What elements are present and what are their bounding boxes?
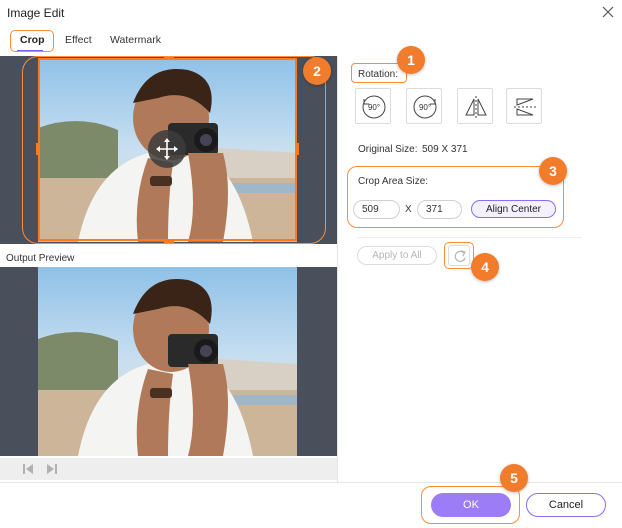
tab-bar: Crop Effect Watermark	[0, 28, 340, 54]
crop-handle-top[interactable]	[164, 56, 174, 59]
callout-badge-2: 2	[303, 57, 331, 85]
crop-area-size-label: Crop Area Size:	[358, 176, 429, 187]
crop-size-separator: X	[405, 204, 412, 215]
tab-crop[interactable]: Crop	[20, 34, 45, 46]
window-title: Image Edit	[7, 6, 65, 20]
tab-watermark[interactable]: Watermark	[110, 34, 161, 46]
ok-button[interactable]: OK	[431, 493, 511, 517]
rotation-label: Rotation:	[358, 69, 399, 80]
reset-icon	[454, 250, 466, 262]
close-icon[interactable]	[599, 3, 617, 21]
crop-handle-left[interactable]	[36, 143, 39, 155]
tab-effect[interactable]: Effect	[65, 34, 92, 46]
crop-height-input[interactable]	[417, 200, 462, 219]
callout-badge-4: 4	[471, 253, 499, 281]
active-tab-indicator	[17, 50, 43, 52]
previous-icon[interactable]	[22, 463, 34, 475]
flip-vertical-button[interactable]	[506, 88, 542, 124]
flip-vertical-icon	[514, 98, 536, 116]
cancel-button[interactable]: Cancel	[526, 493, 606, 517]
crop-handle-bottom[interactable]	[164, 240, 174, 243]
panel-divider	[337, 56, 338, 482]
next-icon[interactable]	[46, 463, 58, 475]
callout-badge-1: 1	[397, 46, 425, 74]
svg-text:90°: 90°	[368, 103, 380, 112]
preview-photo	[38, 267, 297, 456]
rotate-left-90-icon: 90°	[362, 95, 386, 119]
original-size-value: 509 X 371	[422, 144, 468, 155]
flip-horizontal-icon	[465, 96, 487, 118]
section-divider	[356, 237, 582, 238]
crop-handle-right[interactable]	[296, 143, 299, 155]
reset-button[interactable]	[448, 245, 470, 266]
svg-text:90°: 90°	[419, 103, 431, 112]
callout-badge-5: 5	[500, 464, 528, 492]
title-bar: Image Edit	[0, 0, 622, 26]
rotate-left-button[interactable]: 90°	[355, 88, 391, 124]
preview-nav-bar	[0, 458, 337, 480]
callout-badge-3: 3	[539, 157, 567, 185]
apply-to-all-button[interactable]: Apply to All	[357, 246, 437, 265]
align-center-button[interactable]: Align Center	[471, 200, 556, 218]
output-preview	[0, 267, 337, 456]
rotate-right-button[interactable]: 90°	[406, 88, 442, 124]
move-icon[interactable]	[148, 130, 186, 168]
crop-width-input[interactable]	[353, 200, 400, 219]
original-size-label: Original Size:	[358, 144, 418, 155]
output-preview-label: Output Preview	[6, 253, 75, 264]
footer-divider	[0, 482, 622, 483]
flip-horizontal-button[interactable]	[457, 88, 493, 124]
rotate-right-90-icon: 90°	[413, 95, 437, 119]
